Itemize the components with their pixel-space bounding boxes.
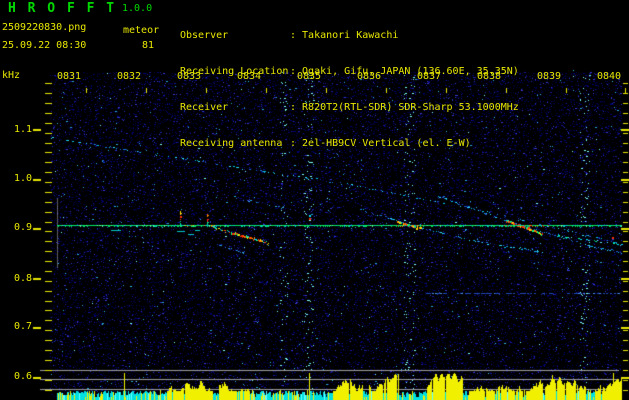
time-tick-label: 0834 [237,71,262,82]
freq-tick-label: 0.6 [13,371,32,382]
freq-tick-label: 0.8 [13,273,32,284]
time-tick-label: 0839 [537,71,562,82]
time-tick-label: 0838 [477,71,502,82]
time-tick-label: 0832 [117,71,142,82]
time-tick-label: 0840 [597,71,622,82]
info-value: : 2el-HB9CV Vertical (el. E-W) [290,138,471,149]
info-row-location: Receiving Location: Ogaki, Gifu, JAPAN (… [180,66,519,78]
time-tick-label: 0836 [357,71,382,82]
info-label: Receiver [180,102,229,113]
freq-axis-unit: kHz [2,70,21,81]
info-label: Observer [180,30,229,41]
app-title: H R O F F T [8,1,117,16]
info-row-observer: Observer : Takanori Kawachi [180,30,519,42]
hrofft-screen: H R O F F T 1.0.0 2509220830.png meteor … [0,0,629,400]
info-value: : R820T2(RTL-SDR) SDR-Sharp 53.1000MHz [290,102,519,113]
mode-label: meteor [123,25,160,36]
info-row-antenna: Receiving antenna : 2el-HB9CV Vertical (e… [180,138,519,150]
time-tick-label: 0835 [297,71,322,82]
info-row-receiver: Receiver : R820T2(RTL-SDR) SDR-Sharp 53.1… [180,102,519,114]
info-label: Receiving antenna [180,138,283,149]
freq-tick-label: 1.1 [13,124,32,135]
time-tick-label: 0833 [177,71,202,82]
freq-tick-label: 0.7 [13,321,32,332]
time-tick-label: 0831 [57,71,82,82]
meteor-count: 81 [142,40,155,51]
freq-tick-label: 1.0 [13,173,32,184]
datetime: 25.09.22 08:30 [2,40,87,51]
time-tick-label: 0837 [417,71,442,82]
info-value: : Takanori Kawachi [290,30,399,41]
station-info: Observer : Takanori Kawachi Receiving Loc… [180,6,519,174]
filename: 2509220830.png [2,22,87,33]
freq-tick-label: 0.9 [13,222,32,233]
app-version: 1.0.0 [122,3,153,14]
